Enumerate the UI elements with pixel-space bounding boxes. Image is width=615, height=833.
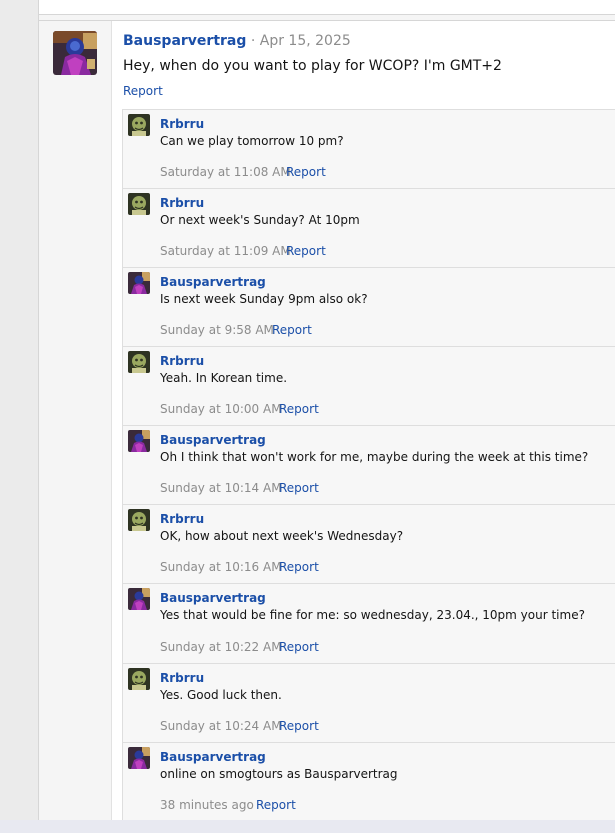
comment-item: Rrbrru Yes. Good luck then. Sunday at 10… (123, 664, 615, 743)
comment-time[interactable]: Sunday at 10:14 AM (160, 481, 282, 495)
comment-time[interactable]: Sunday at 10:22 AM (160, 640, 282, 654)
comment-time[interactable]: Sunday at 10:00 AM (160, 402, 282, 416)
comment-text: Yes. Good luck then. (160, 688, 282, 702)
comment-item: Rrbrru Can we play tomorrow 10 pm? Satur… (123, 110, 615, 189)
comment-report-link[interactable]: Report (286, 244, 326, 258)
post-report-link[interactable]: Report (123, 84, 163, 98)
comment-item: Rrbrru Or next week's Sunday? At 10pm Sa… (123, 189, 615, 268)
previous-post-card (39, 0, 615, 15)
comment-report-link[interactable]: Report (279, 719, 319, 733)
post-avatar-column (39, 21, 112, 821)
thread-container: Bausparvertrag · Apr 15, 2025 Hey, when … (38, 0, 615, 821)
comment-time[interactable]: Sunday at 10:16 AM (160, 560, 282, 574)
comment-item: Bausparvertrag Oh I think that won't wor… (123, 426, 615, 505)
bausparvertrag-avatar-icon[interactable] (128, 747, 150, 769)
comment-text: Can we play tomorrow 10 pm? (160, 134, 344, 148)
comment-report-link[interactable]: Report (279, 640, 319, 654)
post-header: Bausparvertrag · Apr 15, 2025 (123, 33, 351, 49)
bausparvertrag-avatar-icon[interactable] (128, 272, 150, 294)
comment-report-link[interactable]: Report (279, 560, 319, 574)
comment-text: OK, how about next week's Wednesday? (160, 529, 404, 543)
bausparvertrag-avatar-icon[interactable] (128, 430, 150, 452)
comment-item: Bausparvertrag Is next week Sunday 9pm a… (123, 268, 615, 347)
comment-report-link[interactable]: Report (279, 402, 319, 416)
comment-report-link[interactable]: Report (279, 481, 319, 495)
comment-time[interactable]: 38 minutes ago (160, 798, 254, 812)
comment-author-link[interactable]: Bausparvertrag (160, 750, 266, 764)
comment-time[interactable]: Saturday at 11:08 AM (160, 165, 291, 179)
rrbrru-avatar-icon[interactable] (128, 509, 150, 531)
comment-author-link[interactable]: Bausparvertrag (160, 433, 266, 447)
comment-author-link[interactable]: Bausparvertrag (160, 275, 266, 289)
comment-author-link[interactable]: Rrbrru (160, 196, 204, 210)
comment-author-link[interactable]: Rrbrru (160, 117, 204, 131)
page-gutter (0, 0, 38, 820)
post-body: Hey, when do you want to play for WCOP? … (123, 58, 502, 74)
user-avatar-icon[interactable] (53, 31, 97, 75)
comment-item: Bausparvertrag Yes that would be fine fo… (123, 584, 615, 664)
rrbrru-avatar-icon[interactable] (128, 114, 150, 136)
post-author-link[interactable]: Bausparvertrag (123, 33, 246, 49)
comment-text: Oh I think that won't work for me, maybe… (160, 450, 589, 464)
rrbrru-avatar-icon[interactable] (128, 668, 150, 690)
comment-text: Or next week's Sunday? At 10pm (160, 213, 360, 227)
comment-text: online on smogtours as Bausparvertrag (160, 767, 398, 781)
comment-time[interactable]: Sunday at 10:24 AM (160, 719, 282, 733)
comment-author-link[interactable]: Rrbrru (160, 354, 204, 368)
bottom-bar (0, 820, 615, 833)
header-separator: · (250, 33, 256, 49)
comment-item: Rrbrru OK, how about next week's Wednesd… (123, 505, 615, 584)
comment-list: Rrbrru Can we play tomorrow 10 pm? Satur… (122, 109, 615, 821)
comment-report-link[interactable]: Report (272, 323, 312, 337)
comment-text: Yeah. In Korean time. (160, 371, 288, 385)
comment-author-link[interactable]: Rrbrru (160, 671, 204, 685)
comment-item: Rrbrru Yeah. In Korean time. Sunday at 1… (123, 347, 615, 426)
comment-text: Yes that would be fine for me: so wednes… (160, 608, 585, 622)
post-date[interactable]: Apr 15, 2025 (260, 33, 351, 49)
rrbrru-avatar-icon[interactable] (128, 351, 150, 373)
comment-report-link[interactable]: Report (286, 165, 326, 179)
comment-report-link[interactable]: Report (256, 798, 296, 812)
comment-author-link[interactable]: Bausparvertrag (160, 591, 266, 605)
comment-author-link[interactable]: Rrbrru (160, 512, 204, 526)
comment-time[interactable]: Sunday at 9:58 AM (160, 323, 274, 337)
profile-post: Bausparvertrag · Apr 15, 2025 Hey, when … (39, 20, 615, 821)
comment-item: Bausparvertrag online on smogtours as Ba… (123, 743, 615, 822)
comment-text: Is next week Sunday 9pm also ok? (160, 292, 368, 306)
bausparvertrag-avatar-icon[interactable] (128, 588, 150, 610)
comment-time[interactable]: Saturday at 11:09 AM (160, 244, 291, 258)
rrbrru-avatar-icon[interactable] (128, 193, 150, 215)
